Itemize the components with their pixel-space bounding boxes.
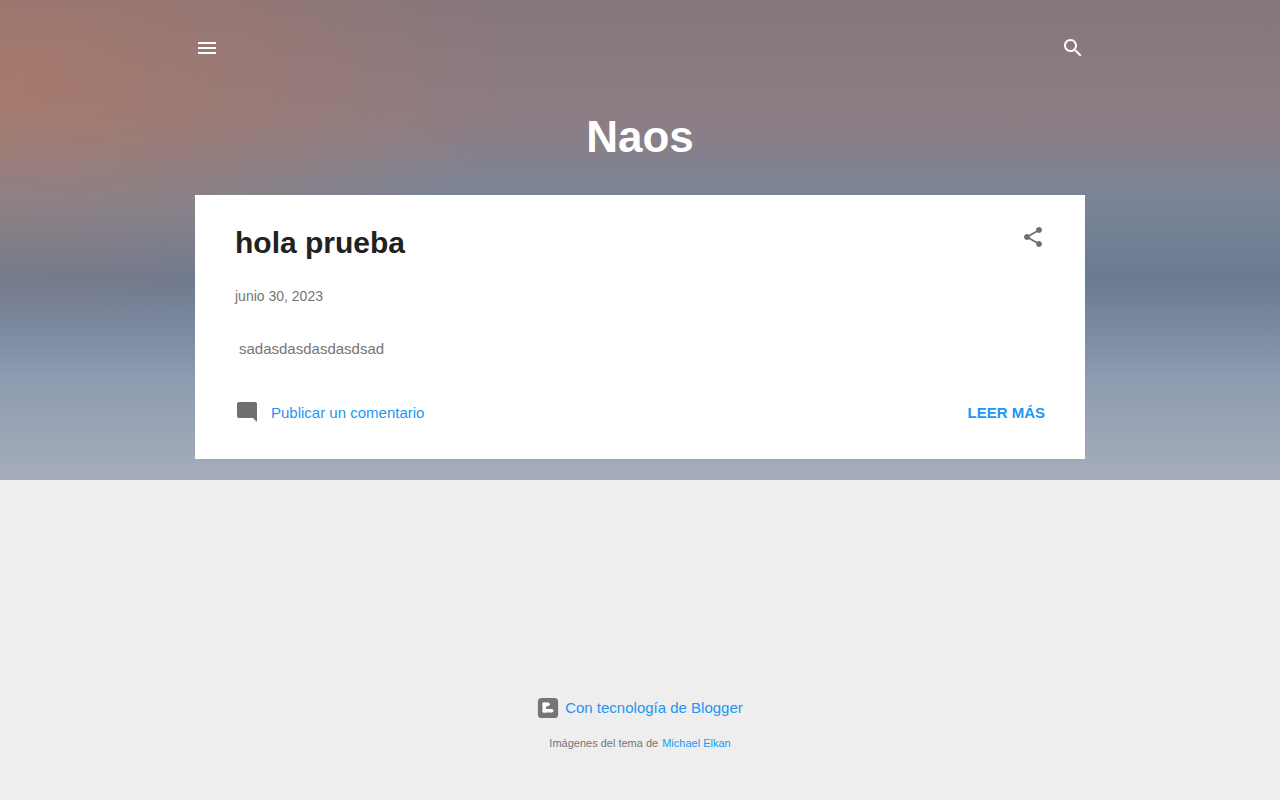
share-icon[interactable] bbox=[1021, 225, 1045, 249]
credit-author-link[interactable]: Michael Elkan bbox=[662, 736, 730, 750]
post-title[interactable]: hola prueba bbox=[235, 223, 405, 263]
powered-by-link[interactable]: Con tecnología de Blogger bbox=[537, 697, 743, 719]
post-snippet: sadasdasdasdasdsad bbox=[235, 339, 1045, 359]
blog-title[interactable]: Naos bbox=[195, 110, 1085, 164]
search-icon[interactable] bbox=[1061, 36, 1085, 60]
post-footer: Publicar un comentario LEER MÁS bbox=[235, 399, 1045, 425]
comment-link[interactable]: Publicar un comentario bbox=[235, 400, 424, 424]
top-bar bbox=[195, 0, 1085, 60]
credit-prefix: Imágenes del tema de bbox=[549, 736, 658, 750]
blogger-logo-icon bbox=[537, 697, 559, 719]
page-footer: Con tecnología de Blogger Imágenes del te… bbox=[0, 697, 1280, 750]
blog-container: Naos hola prueba junio 30, 2023 sadasdasdas… bbox=[195, 0, 1085, 459]
comment-icon bbox=[235, 400, 259, 424]
powered-by-text[interactable]: Con tecnología de Blogger bbox=[565, 697, 743, 719]
post-header: hola prueba bbox=[235, 223, 1045, 263]
blog-page: Naos hola prueba junio 30, 2023 sadasdasdas… bbox=[0, 0, 1280, 800]
theme-credit: Imágenes del tema de Michael Elkan bbox=[549, 736, 730, 750]
read-more-link[interactable]: LEER MÁS bbox=[967, 404, 1045, 421]
post-date[interactable]: junio 30, 2023 bbox=[235, 287, 1045, 305]
post-card: hola prueba junio 30, 2023 sadasdasdasdasd… bbox=[195, 195, 1085, 459]
menu-icon[interactable] bbox=[195, 36, 219, 60]
comment-link-text[interactable]: Publicar un comentario bbox=[271, 404, 424, 421]
